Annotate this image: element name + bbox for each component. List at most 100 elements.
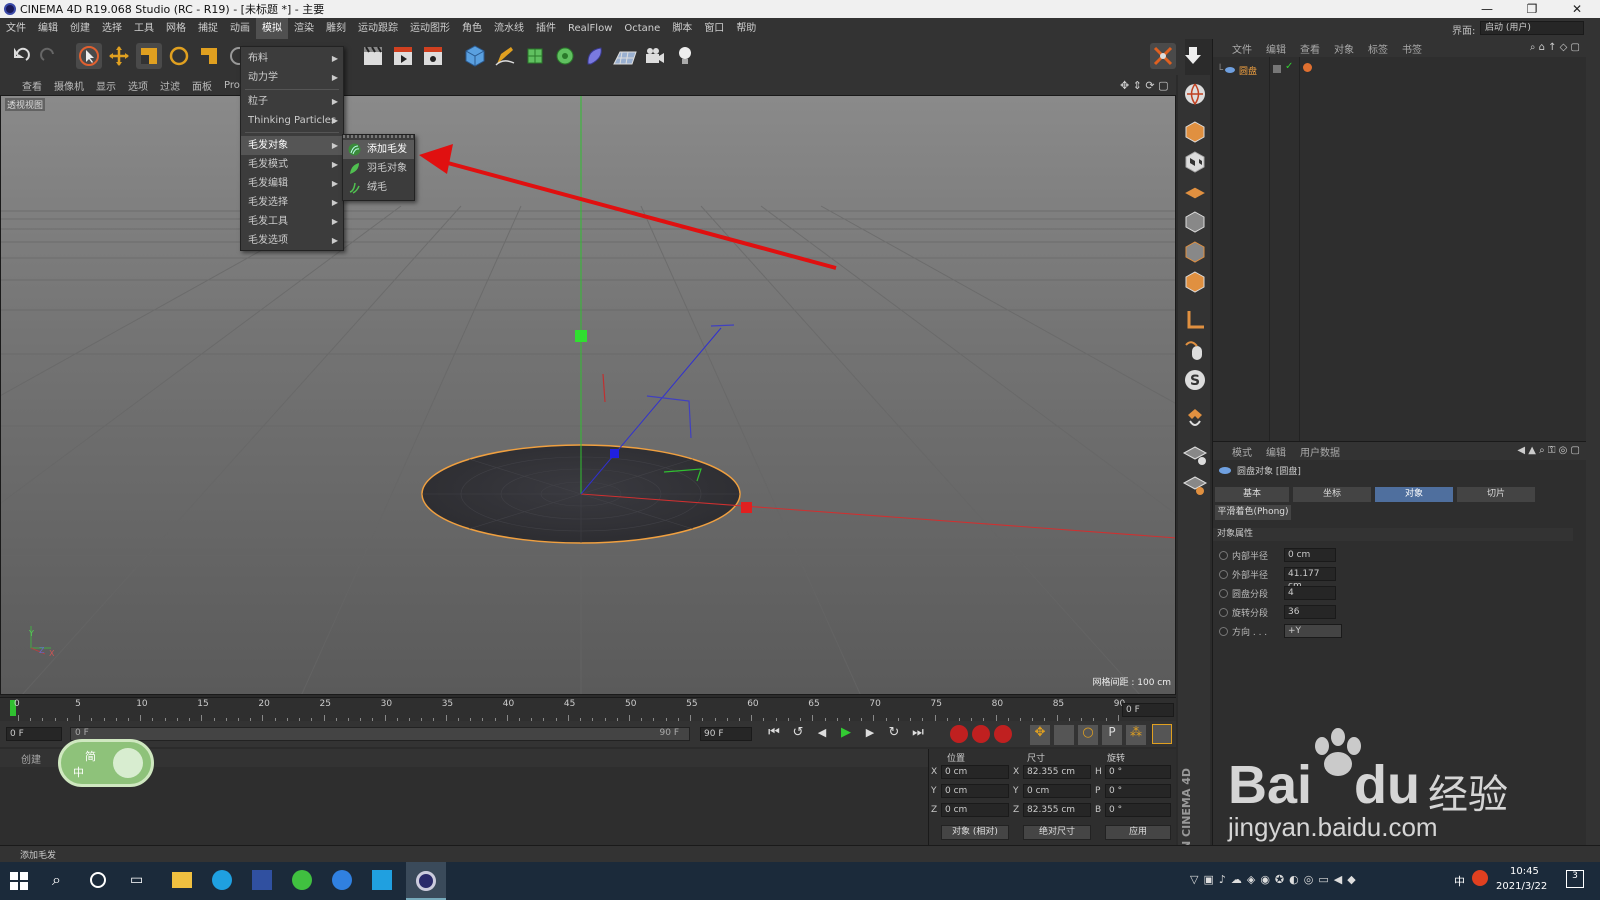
- tab-basic[interactable]: 基本: [1215, 487, 1289, 502]
- lock-workplane-button[interactable]: [1182, 441, 1208, 467]
- am-menu-user-data[interactable]: 用户数据: [1293, 444, 1347, 459]
- pos-x-input[interactable]: 0 cm: [941, 765, 1009, 779]
- menu-item-hair-mode[interactable]: 毛发模式 ▶: [241, 155, 343, 174]
- auto-key-icon[interactable]: [972, 725, 990, 743]
- tab-phong[interactable]: 平滑着色(Phong): [1215, 505, 1291, 520]
- key-position-icon[interactable]: ✥: [1030, 725, 1050, 745]
- polygons-mode-button[interactable]: [1182, 269, 1208, 295]
- object-row-disk[interactable]: └ 圆盘: [1217, 63, 1257, 77]
- recent-tool-button[interactable]: [196, 43, 222, 69]
- menu-character[interactable]: 角色: [456, 18, 488, 39]
- layout-select[interactable]: 启动 (用户): [1480, 21, 1584, 35]
- texture-mode-button[interactable]: [1182, 149, 1208, 175]
- store-icon[interactable]: [372, 870, 392, 890]
- y-handle[interactable]: [575, 330, 587, 342]
- step-forward-icon[interactable]: ▶: [860, 726, 880, 739]
- key-help-icon[interactable]: [994, 725, 1012, 743]
- timeline-window-icon[interactable]: [1152, 724, 1172, 744]
- loop-forward-icon[interactable]: ↻: [884, 725, 904, 740]
- menu-item-thinking-particles[interactable]: Thinking Particles ▶: [241, 111, 343, 130]
- menu-item-add-hair[interactable]: 添加毛发: [343, 140, 414, 159]
- z-handle[interactable]: [610, 449, 619, 458]
- menu-create[interactable]: 创建: [64, 18, 96, 39]
- viewport-menu-cameras[interactable]: 摄像机: [48, 78, 90, 93]
- size-y-input[interactable]: 0 cm: [1023, 784, 1091, 798]
- menu-sculpt[interactable]: 雕刻: [320, 18, 352, 39]
- coord-mode-select[interactable]: 对象 (相对): [941, 825, 1009, 840]
- pos-y-input[interactable]: 0 cm: [941, 784, 1009, 798]
- apply-button[interactable]: 应用: [1105, 825, 1171, 840]
- timeline-frame-field[interactable]: 0 F: [1122, 703, 1174, 717]
- am-menu-edit[interactable]: 编辑: [1259, 444, 1293, 459]
- sogou-ime-icon[interactable]: [1472, 870, 1488, 886]
- x-handle[interactable]: [741, 502, 752, 513]
- step-back-icon[interactable]: ◀: [812, 726, 832, 739]
- file-explorer-icon[interactable]: [172, 872, 192, 888]
- om-menu-tags[interactable]: 标签: [1361, 41, 1395, 56]
- menu-item-hair-selection[interactable]: 毛发选择 ▶: [241, 193, 343, 212]
- workplane-button[interactable]: [1182, 179, 1208, 205]
- menu-item-feather-object[interactable]: 羽毛对象: [343, 159, 414, 178]
- redo-button[interactable]: [36, 43, 62, 69]
- tweak-mode-button[interactable]: [1182, 337, 1208, 363]
- menu-file[interactable]: 文件: [0, 18, 32, 39]
- snap-button[interactable]: [1150, 43, 1176, 69]
- model-mode-button[interactable]: [1182, 119, 1208, 145]
- rotate-tool-button[interactable]: [166, 43, 192, 69]
- tag-icon[interactable]: [1303, 63, 1312, 72]
- axis-mode-button[interactable]: [1182, 307, 1208, 333]
- go-to-end-icon[interactable]: ⏭: [908, 725, 928, 740]
- menu-simulate[interactable]: 模拟: [256, 18, 288, 39]
- tray-icons[interactable]: ▽▣♪☁◈◉✪◐◎▭◀◆: [1190, 873, 1361, 886]
- subdivision-button[interactable]: [522, 43, 548, 69]
- key-pla-icon[interactable]: ⁂: [1126, 725, 1146, 745]
- render-picture-viewer-button[interactable]: [390, 43, 416, 69]
- animate-radio[interactable]: [1219, 569, 1228, 579]
- am-menu-mode[interactable]: 模式: [1225, 444, 1259, 459]
- tab-object[interactable]: 对象: [1375, 487, 1453, 502]
- cinema4d-task-button[interactable]: [406, 862, 446, 900]
- menu-render[interactable]: 渲染: [288, 18, 320, 39]
- render-view-button[interactable]: [360, 43, 386, 69]
- viewport-nav-icons[interactable]: ✥ ⇕ ⟳ ▢: [1120, 79, 1169, 92]
- menu-item-cloth[interactable]: 布料 ▶: [241, 49, 343, 68]
- key-scale-icon[interactable]: [1054, 725, 1074, 745]
- baidu-netdisk-icon[interactable]: [332, 870, 352, 890]
- pos-z-input[interactable]: 0 cm: [941, 803, 1009, 817]
- menu-plugins[interactable]: 插件: [530, 18, 562, 39]
- coord-size-select[interactable]: 绝对尺寸: [1023, 825, 1091, 840]
- cloner-button[interactable]: [552, 43, 578, 69]
- menu-item-dynamics[interactable]: 动力学 ▶: [241, 68, 343, 87]
- tearoff-strip[interactable]: [343, 135, 414, 138]
- viewport-menu-display[interactable]: 显示: [90, 78, 122, 93]
- om-menu-bookmarks[interactable]: 书签: [1395, 41, 1429, 56]
- rot-p-input[interactable]: 0 °: [1105, 784, 1171, 798]
- cortana-icon[interactable]: [90, 872, 106, 888]
- snap-settings-button[interactable]: S: [1182, 367, 1208, 393]
- undo-button[interactable]: [8, 43, 34, 69]
- key-rotation-icon[interactable]: ○: [1078, 725, 1098, 745]
- play-icon[interactable]: ▶: [836, 725, 856, 740]
- om-search-icon[interactable]: ⌕ ⌂ ↑ ◇ ▢: [1530, 42, 1580, 53]
- select-tool-button[interactable]: [76, 43, 102, 69]
- om-menu-objects[interactable]: 对象: [1327, 41, 1361, 56]
- rot-h-input[interactable]: 0 °: [1105, 765, 1171, 779]
- animate-radio[interactable]: [1219, 588, 1228, 598]
- windows-start-icon[interactable]: [10, 872, 28, 890]
- close-button[interactable]: ✕: [1555, 0, 1599, 18]
- menu-edit[interactable]: 编辑: [32, 18, 64, 39]
- floor-button[interactable]: [612, 43, 638, 69]
- magnet-button[interactable]: [1182, 405, 1208, 431]
- menu-item-hair-tools[interactable]: 毛发工具 ▶: [241, 212, 343, 231]
- camera-button[interactable]: [642, 43, 668, 69]
- key-param-icon[interactable]: P: [1102, 725, 1122, 745]
- scale-tool-button[interactable]: [136, 43, 162, 69]
- menu-realflow[interactable]: RealFlow: [562, 18, 618, 39]
- layer-icon[interactable]: [1273, 65, 1281, 73]
- timeline-ruler[interactable]: 0 5 10 15 20 25 30 35 40 45 50 55 60 65 70 75 80 85 90 0 F: [0, 697, 1176, 722]
- menu-mograph[interactable]: 运动图形: [404, 18, 456, 39]
- restore-button[interactable]: ❐: [1510, 0, 1554, 18]
- points-mode-button[interactable]: [1182, 209, 1208, 235]
- om-menu-file[interactable]: 文件: [1225, 41, 1259, 56]
- viewport-menu-view[interactable]: 查看: [16, 78, 48, 93]
